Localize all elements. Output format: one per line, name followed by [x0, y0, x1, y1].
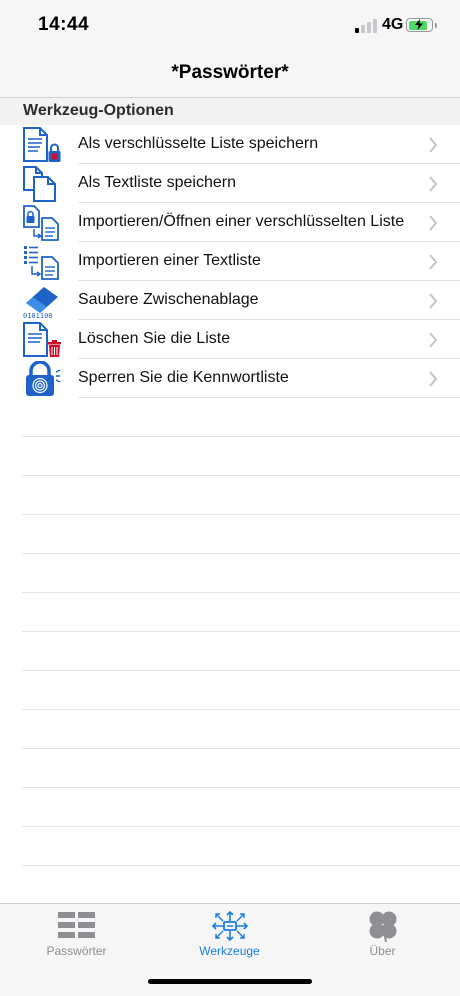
tab-label: Über [369, 944, 396, 958]
empty-row [0, 515, 460, 554]
status-time: 14:44 [38, 14, 90, 35]
empty-row [0, 632, 460, 671]
menu-item-label: Als verschlüsselte Liste speichern [78, 135, 319, 152]
eraser-caption: 0101100 [23, 312, 53, 319]
chevron-right-icon [429, 137, 438, 153]
network-type: 4G [382, 16, 404, 33]
empty-row [0, 437, 460, 476]
menu-item-lock-password-list[interactable]: Sperren Sie die Kennwortliste [0, 359, 460, 398]
chevron-right-icon [429, 371, 438, 387]
lock-fingerprint-icon [26, 361, 61, 396]
menu-item-label: Saubere Zwischenablage [78, 291, 259, 308]
clover-icon [369, 911, 396, 943]
chevron-right-icon [429, 254, 438, 270]
signal-strength-icon [355, 19, 377, 33]
copy-document-icon [23, 166, 56, 202]
empty-row [0, 671, 460, 710]
menu-item-delete-list[interactable]: Löschen Sie die Liste [0, 320, 460, 359]
menu-item-save-encrypted[interactable]: Als verschlüsselte Liste speichern [0, 125, 460, 164]
section-title: Werkzeug-Optionen [23, 102, 174, 119]
section-header: Werkzeug-Optionen [0, 98, 460, 125]
chevron-right-icon [429, 215, 438, 231]
empty-row [0, 749, 460, 788]
menu-item-import-encrypted[interactable]: Importieren/Öffnen einer verschlüsselten… [0, 203, 460, 242]
menu-item-label: Importieren/Öffnen einer verschlüsselten… [78, 213, 405, 230]
tab-tools[interactable]: Werkzeuge [153, 904, 306, 974]
encrypted-document-icon [23, 127, 61, 162]
empty-row [0, 476, 460, 515]
chevron-right-icon [429, 332, 438, 348]
empty-row [0, 554, 460, 593]
status-bar: 14:44 4G [0, 0, 460, 52]
chevron-right-icon [429, 293, 438, 309]
menu-item-label: Importieren einer Textliste [78, 252, 261, 269]
navigation-bar: *Passwörter* [0, 52, 460, 98]
empty-row [0, 788, 460, 827]
delete-list-icon [23, 322, 61, 357]
tab-about[interactable]: Über [306, 904, 459, 974]
page-title: *Passwörter* [171, 62, 289, 83]
eraser-clipboard-icon: 0101100 [23, 287, 58, 319]
menu-item-save-text-list[interactable]: Als Textliste speichern [0, 164, 460, 203]
empty-table-area [0, 398, 460, 866]
empty-row [0, 710, 460, 749]
battery-icon [406, 18, 437, 32]
empty-row [0, 398, 460, 437]
empty-row [0, 827, 460, 866]
list-grid-icon [57, 912, 95, 938]
menu-item-label: Löschen Sie die Liste [78, 330, 231, 347]
chevron-right-icon [429, 176, 438, 192]
menu-item-clear-clipboard[interactable]: 0101100 Saubere Zwischenablage [0, 281, 460, 320]
import-text-list-icon [24, 246, 59, 280]
charging-bolt-icon [415, 19, 423, 30]
home-indicator[interactable] [148, 979, 312, 984]
menu-item-label: Als Textliste speichern [78, 174, 236, 191]
empty-row [0, 593, 460, 632]
tab-label: Passwörter [46, 944, 107, 958]
tools-list: Als verschlüsselte Liste speichern Als T… [0, 125, 460, 398]
menu-item-import-text-list[interactable]: Importieren einer Textliste [0, 242, 460, 281]
tab-passwords[interactable]: Passwörter [0, 904, 153, 974]
import-encrypted-icon [23, 205, 59, 241]
tab-label: Werkzeuge [199, 944, 260, 958]
menu-item-label: Sperren Sie die Kennwortliste [78, 369, 289, 386]
tools-network-icon [211, 910, 248, 942]
